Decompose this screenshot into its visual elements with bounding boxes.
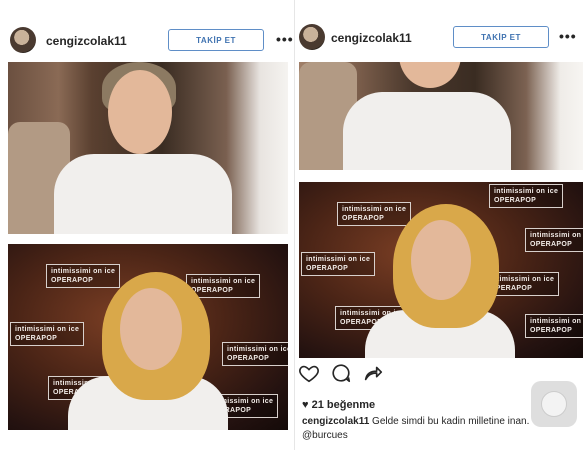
backdrop-logo: intimissimi on iceOPERAPOP xyxy=(525,314,583,338)
heart-icon[interactable] xyxy=(298,362,320,384)
face xyxy=(411,220,471,300)
more-options-icon[interactable]: ••• xyxy=(276,31,294,47)
more-options-icon[interactable]: ••• xyxy=(559,28,577,44)
backdrop-logo: intimissimi on iceOPERAPOP xyxy=(222,342,288,366)
home-button-icon[interactable] xyxy=(531,381,577,427)
likes-label: 21 beğenme xyxy=(311,399,376,411)
white-jacket xyxy=(343,92,511,170)
post-header: cengizcolak11 TAKİP ET ••• xyxy=(295,0,588,58)
caption-mention[interactable]: @burcues xyxy=(302,430,348,441)
left-post-panel: cengizcolak11 TAKİP ET ••• intimissimi o… xyxy=(0,0,294,450)
post-photo-bottom: intimissimi on ice OPERAPOP intimissimi o… xyxy=(299,182,583,358)
backdrop-logo: intimissimi on iceOPERAPOP xyxy=(301,252,376,276)
caption-text: Gelde simdi bu kadin milletine inan. xyxy=(369,416,530,427)
comment-icon[interactable] xyxy=(330,362,352,384)
share-arrow-icon[interactable] xyxy=(362,362,384,384)
avatar[interactable] xyxy=(10,27,36,53)
face xyxy=(108,70,172,154)
follow-button[interactable]: TAKİP ET xyxy=(168,29,264,51)
follow-button[interactable]: TAKİP ET xyxy=(453,26,549,48)
post-photo-top xyxy=(299,62,583,170)
home-button-circle xyxy=(541,391,567,417)
post-photo-bottom: intimissimi on ice OPERAPOP intimissimi o… xyxy=(8,244,288,430)
face xyxy=(399,62,461,88)
backdrop-logo: intimissimi on iceOPERAPOP xyxy=(489,184,564,208)
backdrop-logo: intimissimi on iceOPERAPOP xyxy=(525,228,583,252)
heart-icon: ♥ xyxy=(302,399,309,411)
likes-count[interactable]: ♥ 21 beğenme xyxy=(302,399,375,411)
backdrop-logo: intimissimi on iceOPERAPOP xyxy=(46,264,121,288)
caption-username[interactable]: cengizcolak11 xyxy=(302,416,369,427)
avatar[interactable] xyxy=(299,24,325,50)
username[interactable]: cengizcolak11 xyxy=(331,31,412,45)
username[interactable]: cengizcolak11 xyxy=(46,34,127,48)
face xyxy=(120,288,182,370)
post-header: cengizcolak11 TAKİP ET ••• xyxy=(0,0,294,58)
backdrop-logo: intimissimi on iceOPERAPOP xyxy=(10,322,85,346)
white-jacket xyxy=(54,154,232,234)
backdrop-logo: intimissimi on iceOPERAPOP xyxy=(337,202,412,226)
post-photo-top xyxy=(8,62,288,234)
